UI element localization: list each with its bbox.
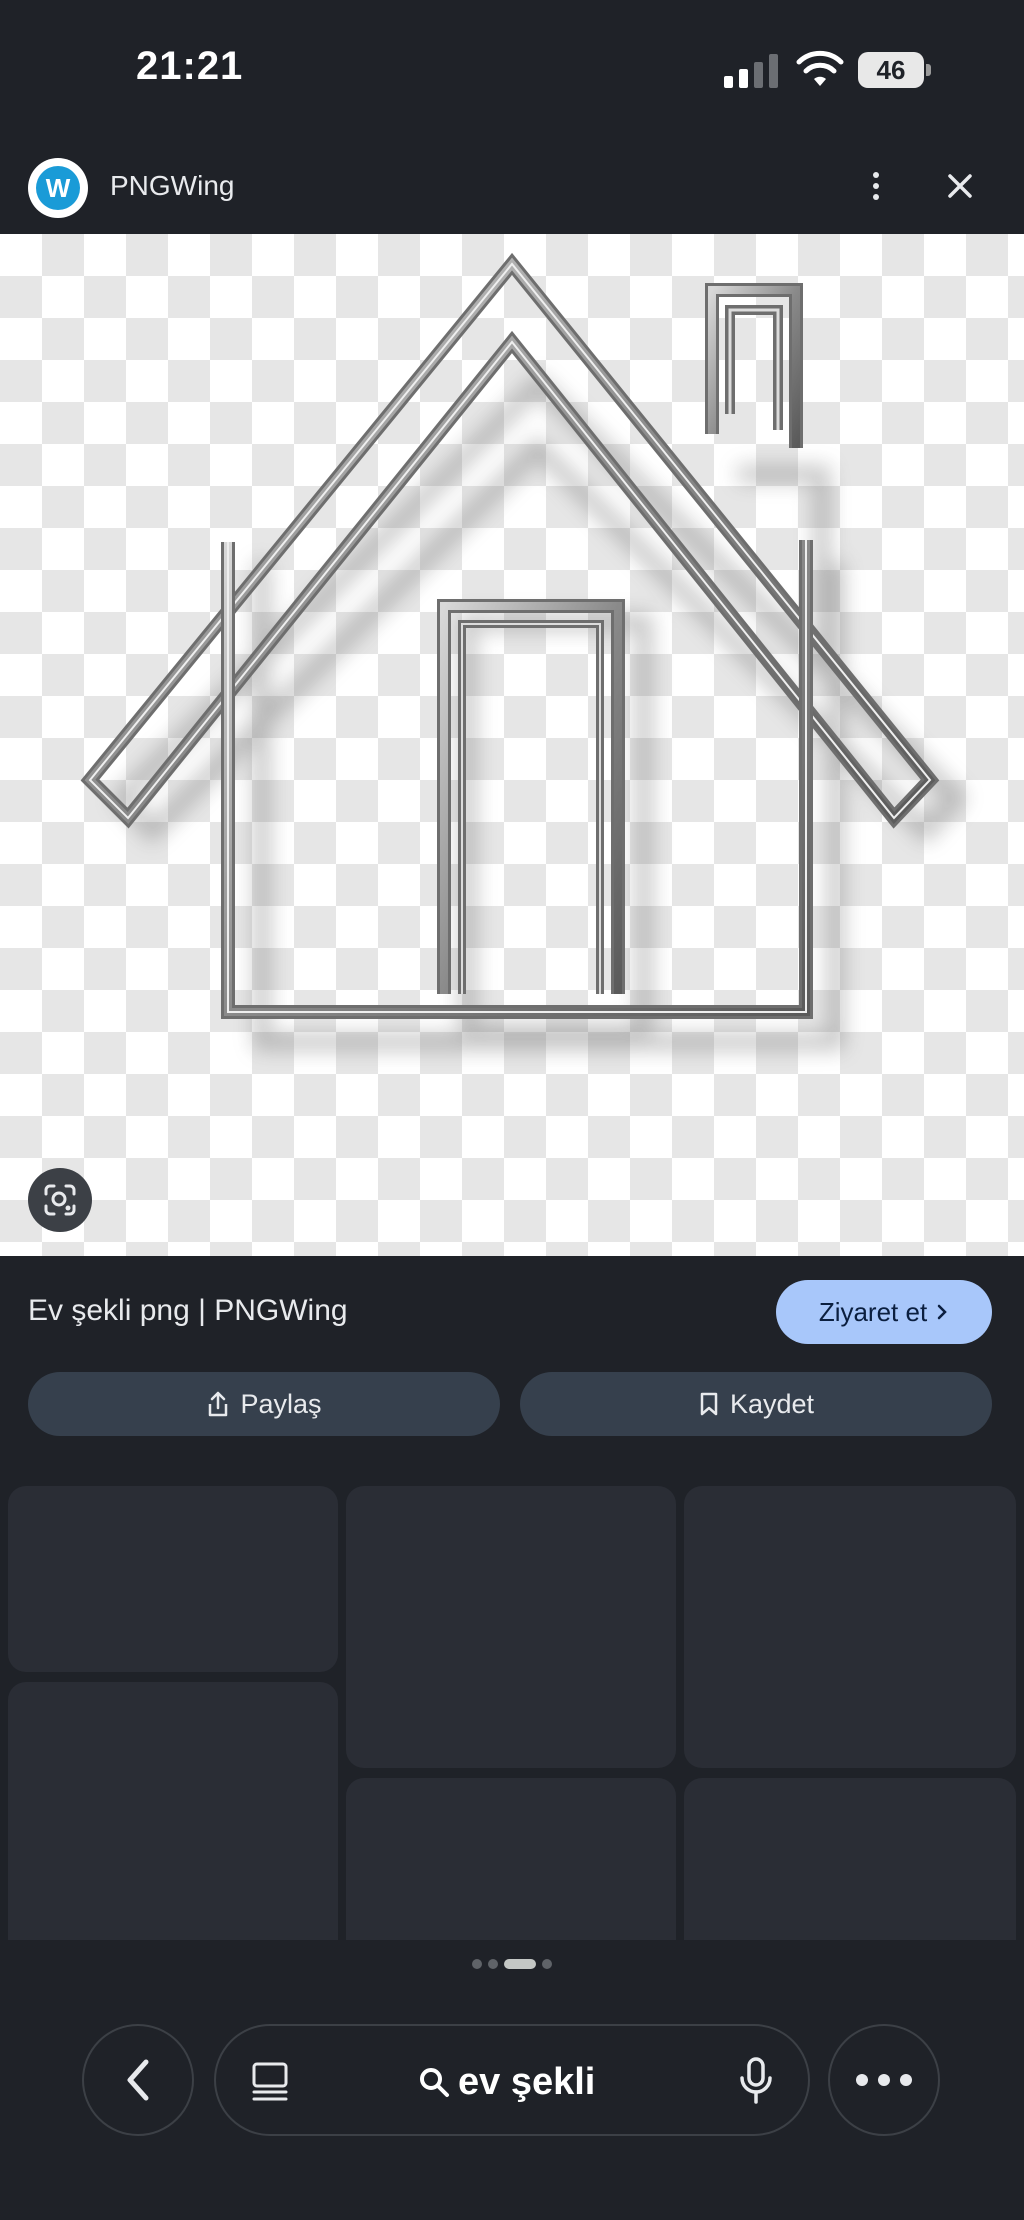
page-indicator [0, 1954, 1024, 1974]
menu-dot-icon [873, 183, 879, 189]
more-dot-icon [900, 2074, 912, 2086]
battery-level: 46 [858, 52, 924, 88]
search-query: ev şekli [458, 2060, 596, 2103]
site-logo[interactable]: W [28, 158, 88, 218]
search-icon [420, 2068, 449, 2097]
bookmark-icon [700, 1392, 718, 1416]
close-button[interactable] [940, 166, 980, 206]
back-icon [127, 2059, 149, 2101]
visit-label: Ziyaret et [818, 1296, 928, 1327]
result-info: Ev şekli png | PNGWing Ziyaret et Paylaş… [0, 1256, 1024, 1456]
search-query-field[interactable]: ev şekli [416, 2056, 595, 2108]
page-dot [542, 1959, 552, 1969]
back-button[interactable] [82, 2024, 194, 2136]
more-dot-icon [878, 2074, 890, 2086]
mic-icon[interactable] [736, 2056, 776, 2106]
clock: 21:21 [136, 44, 244, 88]
cellular-signal-icon [724, 54, 778, 88]
status-bar: 21:21 46 [0, 0, 1024, 140]
browser-header: W PNGWing [0, 140, 1024, 232]
house-outline-image [80, 252, 967, 1050]
share-button[interactable]: Paylaş [28, 1372, 500, 1436]
image-placeholder[interactable] [346, 1778, 676, 1940]
image-placeholder[interactable] [8, 1486, 338, 1672]
page-dot-active [504, 1959, 536, 1969]
image-placeholder[interactable] [346, 1486, 676, 1768]
battery-indicator: 46 [858, 52, 931, 88]
save-button[interactable]: Kaydet [520, 1372, 992, 1436]
wifi-icon [796, 50, 844, 86]
related-images-grid [0, 1456, 1024, 1940]
image-placeholder[interactable] [684, 1486, 1016, 1768]
bottom-toolbar: ev şekli [0, 1990, 1024, 2220]
search-bar[interactable]: ev şekli [214, 2024, 810, 2136]
chevron-right-icon [937, 1304, 947, 1320]
more-button[interactable] [828, 2024, 940, 2136]
save-label: Kaydet [729, 1388, 815, 1419]
more-options-button[interactable] [856, 166, 896, 206]
image-preview[interactable] [0, 234, 1024, 1256]
tabs-icon[interactable] [248, 2060, 292, 2104]
site-logo-letter: W [36, 166, 80, 210]
lens-icon [44, 1184, 76, 1216]
more-dot-icon [856, 2074, 868, 2086]
share-label: Paylaş [240, 1388, 322, 1419]
image-placeholder[interactable] [8, 1682, 338, 1940]
menu-dot-icon [873, 172, 879, 178]
site-name[interactable]: PNGWing [110, 170, 234, 202]
image-placeholder[interactable] [684, 1778, 1016, 1940]
menu-dot-icon [873, 194, 879, 200]
page-dot [488, 1959, 498, 1969]
result-title[interactable]: Ev şekli png | PNGWing [28, 1294, 348, 1328]
share-icon [209, 1391, 228, 1417]
page-dot [472, 1959, 482, 1969]
visit-button[interactable]: Ziyaret et [776, 1280, 992, 1344]
google-lens-button[interactable] [28, 1168, 92, 1232]
